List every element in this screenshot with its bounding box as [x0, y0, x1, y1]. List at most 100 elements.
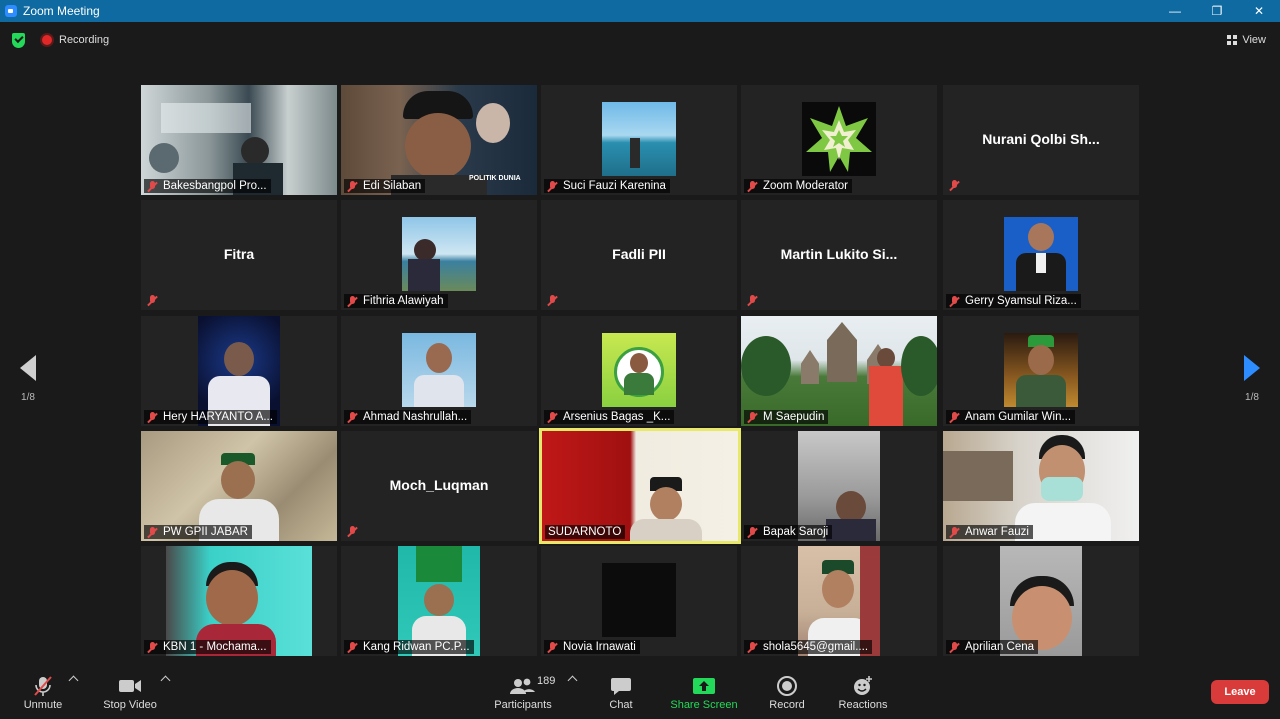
microphone-muted-icon: [747, 641, 758, 653]
microphone-muted-icon: [347, 295, 358, 307]
participant-tile[interactable]: Bakesbangpol Pro...: [141, 85, 337, 195]
participant-name: SUDARNOTO: [548, 526, 622, 538]
recording-indicator[interactable]: Recording: [42, 34, 109, 46]
share-screen-icon: [692, 675, 716, 697]
reactions-button[interactable]: Reactions: [836, 675, 890, 711]
title-bar: Zoom Meeting — ❐ ✕: [0, 0, 1280, 22]
participant-avatar: [1004, 217, 1078, 291]
participant-name: Bapak Saroji: [763, 526, 829, 538]
participant-tile[interactable]: Moch_Luqman: [341, 431, 537, 541]
view-button[interactable]: View: [1227, 34, 1266, 46]
page-indicator-right: 1/8: [1245, 392, 1259, 403]
restore-button[interactable]: ❐: [1196, 0, 1238, 22]
participant-name: Gerry Syamsul Riza...: [965, 295, 1077, 307]
participants-options-caret-icon[interactable]: [567, 675, 578, 686]
participant-tile[interactable]: Ahmad Nashrullah...: [341, 316, 537, 426]
microphone-muted-icon: [147, 411, 158, 423]
participant-tile[interactable]: Suci Fauzi Karenina: [541, 85, 737, 195]
participant-tile[interactable]: Gerry Syamsul Riza...: [943, 200, 1139, 310]
close-button[interactable]: ✕: [1238, 0, 1280, 22]
microphone-muted-icon: [949, 411, 960, 423]
chevron-right-icon[interactable]: [1244, 355, 1260, 381]
participant-name-tag: Zoom Moderator: [744, 179, 853, 193]
video-options-caret-icon[interactable]: [160, 675, 171, 686]
microphone-muted-icon: [347, 526, 358, 537]
microphone-muted-icon: [347, 411, 358, 423]
leave-button[interactable]: Leave: [1211, 680, 1269, 704]
participant-tile[interactable]: Kang Ridwan PC.P...: [341, 546, 537, 656]
participant-name: PW GPII JABAR: [163, 526, 248, 538]
participant-tile[interactable]: Anam Gumilar Win...: [943, 316, 1139, 426]
shield-icon[interactable]: [12, 33, 25, 48]
smiley-reaction-icon: [852, 675, 874, 697]
participant-name: Anam Gumilar Win...: [965, 411, 1072, 423]
participant-tile[interactable]: Aprilian Cena: [943, 546, 1139, 656]
record-button[interactable]: Record: [767, 675, 807, 711]
participant-name-tag: Anwar Fauzi: [946, 525, 1033, 539]
participant-tile[interactable]: Anwar Fauzi: [943, 431, 1139, 541]
meeting-toolbar: Unmute Stop Video 189 Participants Chat …: [0, 669, 1280, 719]
participant-name-tag: Edi Silaban: [344, 179, 426, 193]
microphone-muted-icon: [547, 180, 558, 192]
participant-tile[interactable]: PW GPII JABAR: [141, 431, 337, 541]
active-speaker-tile[interactable]: SUDARNOTO: [539, 428, 741, 544]
participant-name: Arsenius Bagas _K...: [563, 411, 671, 423]
stop-video-button[interactable]: Stop Video: [100, 675, 160, 711]
record-icon: [776, 675, 798, 697]
previous-page-control[interactable]: 1/8: [13, 355, 43, 403]
participant-tile[interactable]: Hery HARYANTO A...: [141, 316, 337, 426]
participant-tile[interactable]: KBN 1 - Mochama...: [141, 546, 337, 656]
participant-tile[interactable]: Fithria Alawiyah: [341, 200, 537, 310]
grid-icon: [1227, 35, 1238, 45]
participant-tile[interactable]: Fitra: [141, 200, 337, 310]
participant-name-tag: Bakesbangpol Pro...: [144, 179, 271, 193]
star-logo-icon: [806, 106, 872, 172]
minimize-button[interactable]: —: [1154, 0, 1196, 22]
participant-tile[interactable]: Novia Irnawati: [541, 546, 737, 656]
participant-avatar: [802, 102, 876, 176]
unmute-button[interactable]: Unmute: [20, 675, 66, 711]
chevron-left-icon[interactable]: [20, 355, 36, 381]
participants-button[interactable]: 189 Participants: [491, 675, 555, 711]
participant-avatar: [1004, 333, 1078, 407]
participant-name-tag: Novia Irnawati: [544, 640, 640, 654]
participant-name: KBN 1 - Mochama...: [163, 641, 267, 653]
participant-name-tag: Bapak Saroji: [744, 525, 833, 539]
participant-avatar: [602, 563, 676, 637]
participant-name-tag: Kang Ridwan PC.P...: [344, 640, 474, 654]
participant-tile[interactable]: Arsenius Bagas _K...: [541, 316, 737, 426]
participant-name-tag: Aprilian Cena: [946, 640, 1039, 654]
participant-name: Aprilian Cena: [965, 641, 1035, 653]
participant-tile[interactable]: Martin Lukito Si...: [741, 200, 937, 310]
participant-name-tag: KBN 1 - Mochama...: [144, 640, 271, 654]
participants-count: 189: [537, 675, 556, 687]
next-page-control[interactable]: 1/8: [1237, 355, 1267, 403]
participant-tile[interactable]: Nurani Qolbi Sh...: [943, 85, 1139, 195]
reactions-label: Reactions: [838, 699, 888, 711]
microphone-muted-icon: [547, 411, 558, 423]
participant-name-tag: Arsenius Bagas _K...: [544, 410, 675, 424]
record-label: Record: [769, 699, 805, 711]
microphone-muted-icon: [347, 641, 358, 653]
participant-name-tag: M Saepudin: [744, 410, 829, 424]
participant-tile[interactable]: shola5645@gmail....: [741, 546, 937, 656]
microphone-muted-icon: [32, 675, 54, 697]
participant-tile[interactable]: Zoom Moderator: [741, 85, 937, 195]
stop-video-label: Stop Video: [103, 699, 157, 711]
microphone-muted-icon: [747, 411, 758, 423]
microphone-muted-icon: [949, 180, 960, 191]
participant-tile[interactable]: M Saepudin: [741, 316, 937, 426]
participant-name-tag: SUDARNOTO: [545, 525, 626, 539]
participant-tile[interactable]: Fadli PII: [541, 200, 737, 310]
participant-tile[interactable]: POLITIK DUNIA Edi Silaban: [341, 85, 537, 195]
chat-button[interactable]: Chat: [605, 675, 637, 711]
participant-name-tag: Ahmad Nashrullah...: [344, 410, 472, 424]
audio-options-caret-icon[interactable]: [68, 675, 79, 686]
participant-display-name: Moch_Luqman: [389, 477, 489, 493]
microphone-muted-icon: [747, 180, 758, 192]
participant-name: Hery HARYANTO A...: [163, 411, 273, 423]
video-camera-icon: [118, 675, 142, 697]
participant-avatar: [602, 102, 676, 176]
participant-tile[interactable]: Bapak Saroji: [741, 431, 937, 541]
share-screen-button[interactable]: Share Screen: [669, 675, 739, 711]
